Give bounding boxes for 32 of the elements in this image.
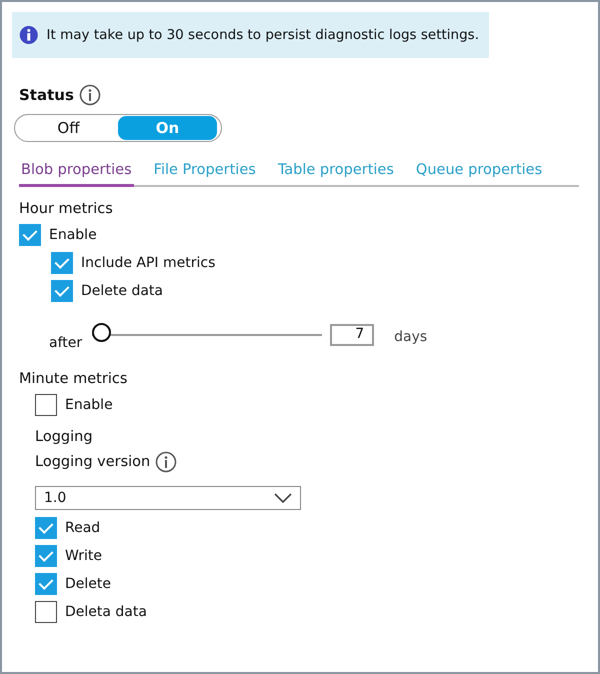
logging-version-label: Logging version xyxy=(35,454,150,470)
after-label: after xyxy=(49,335,82,351)
checkbox-label: Deleta data xyxy=(65,604,147,620)
version-dropdown[interactable]: 1.0 xyxy=(35,486,301,510)
info-icon xyxy=(155,451,178,473)
section-heading: Logging xyxy=(35,429,94,445)
checkbox-label: Enable xyxy=(65,397,113,413)
checkbox-label: Include API metrics xyxy=(81,255,216,271)
checkbox[interactable] xyxy=(35,545,57,567)
banner-text: It may take up to 30 seconds to persist diagnostic logs settings. xyxy=(46,27,479,43)
checkbox-label: Delete xyxy=(65,576,111,592)
checkbox-label: Delete data xyxy=(81,283,163,299)
checkbox[interactable] xyxy=(19,224,41,246)
section-heading: Hour metrics xyxy=(19,201,114,217)
section-heading: Minute metrics xyxy=(19,371,128,387)
checkbox[interactable] xyxy=(51,252,73,274)
days-label: days xyxy=(394,329,428,345)
checkbox[interactable] xyxy=(35,601,57,623)
status-label: Status xyxy=(19,86,74,104)
days-field[interactable]: 7 xyxy=(330,324,374,346)
toggle-option[interactable]: Off xyxy=(19,116,118,140)
info-icon xyxy=(78,84,101,106)
tab[interactable]: Blob properties xyxy=(19,156,134,187)
checkbox-label: Write xyxy=(65,548,102,564)
checkbox-label: Read xyxy=(65,520,100,536)
checkbox[interactable] xyxy=(35,394,57,416)
checkbox[interactable] xyxy=(51,280,73,302)
checkbox-label: Enable xyxy=(49,227,97,243)
checkbox[interactable] xyxy=(35,517,57,539)
chevron-down-icon xyxy=(274,493,292,503)
checkbox[interactable] xyxy=(35,573,57,595)
slider-thumb[interactable] xyxy=(92,323,112,342)
